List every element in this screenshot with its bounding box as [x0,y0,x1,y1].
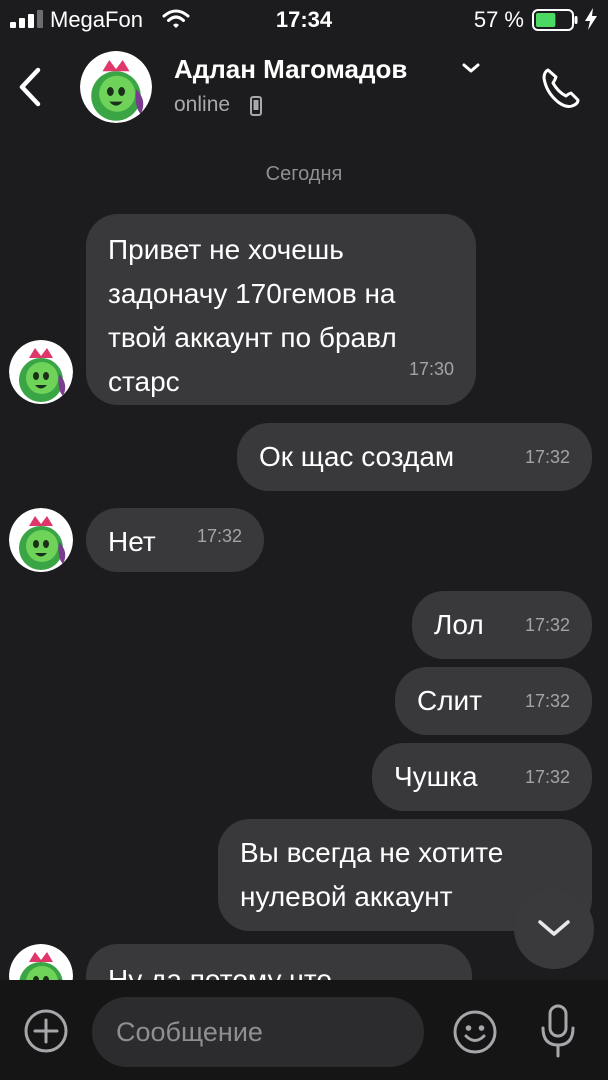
message-input[interactable] [92,997,424,1067]
add-attachment-button[interactable] [24,1009,68,1053]
message-time: 17:32 [524,691,570,711]
contact-avatar[interactable] [80,51,152,123]
scroll-to-bottom-button[interactable] [514,889,594,969]
charging-icon [585,8,597,30]
contact-name[interactable]: Адлан Магомадов [174,54,407,85]
message-time: 17:32 [524,447,570,467]
message-bubble[interactable]: Нет 17:32 [86,508,264,572]
contact-status: online [174,93,231,116]
battery-icon [532,9,578,31]
status-bar: MegaFon 17:34 57 % [0,0,608,40]
message-bubble[interactable]: Слит 17:32 [395,667,592,735]
chat-header: Адлан Магомадов online [0,40,608,135]
chevron-down-icon [538,920,570,936]
back-button[interactable] [10,62,50,112]
message-text: Привет не хочешь задоначу 170гемов на тв… [108,234,397,397]
message-time: 17:32 [196,526,242,546]
message-time: 17:32 [524,615,570,635]
chevron-down-icon[interactable] [460,60,482,76]
microphone-button[interactable] [538,1004,578,1060]
message-bubble[interactable]: Привет не хочешь задоначу 170гемов на тв… [86,214,476,405]
date-separator: Сегодня [265,163,343,185]
sender-avatar[interactable] [9,508,73,572]
battery-percent: 57 % [473,7,524,32]
call-button[interactable] [538,64,584,110]
message-text: Ок щас создам [259,441,455,472]
sender-avatar[interactable] [9,340,73,404]
message-bubble[interactable]: Чушка 17:32 [372,743,592,811]
mobile-device-icon [250,96,262,116]
message-composer [0,980,608,1080]
emoji-button[interactable] [452,1009,498,1055]
message-time: 17:30 [408,359,454,379]
message-time: 17:32 [524,767,570,787]
message-bubble[interactable]: Ок щас создам 17:32 [237,423,592,491]
message-bubble[interactable]: Лол 17:32 [412,591,592,659]
